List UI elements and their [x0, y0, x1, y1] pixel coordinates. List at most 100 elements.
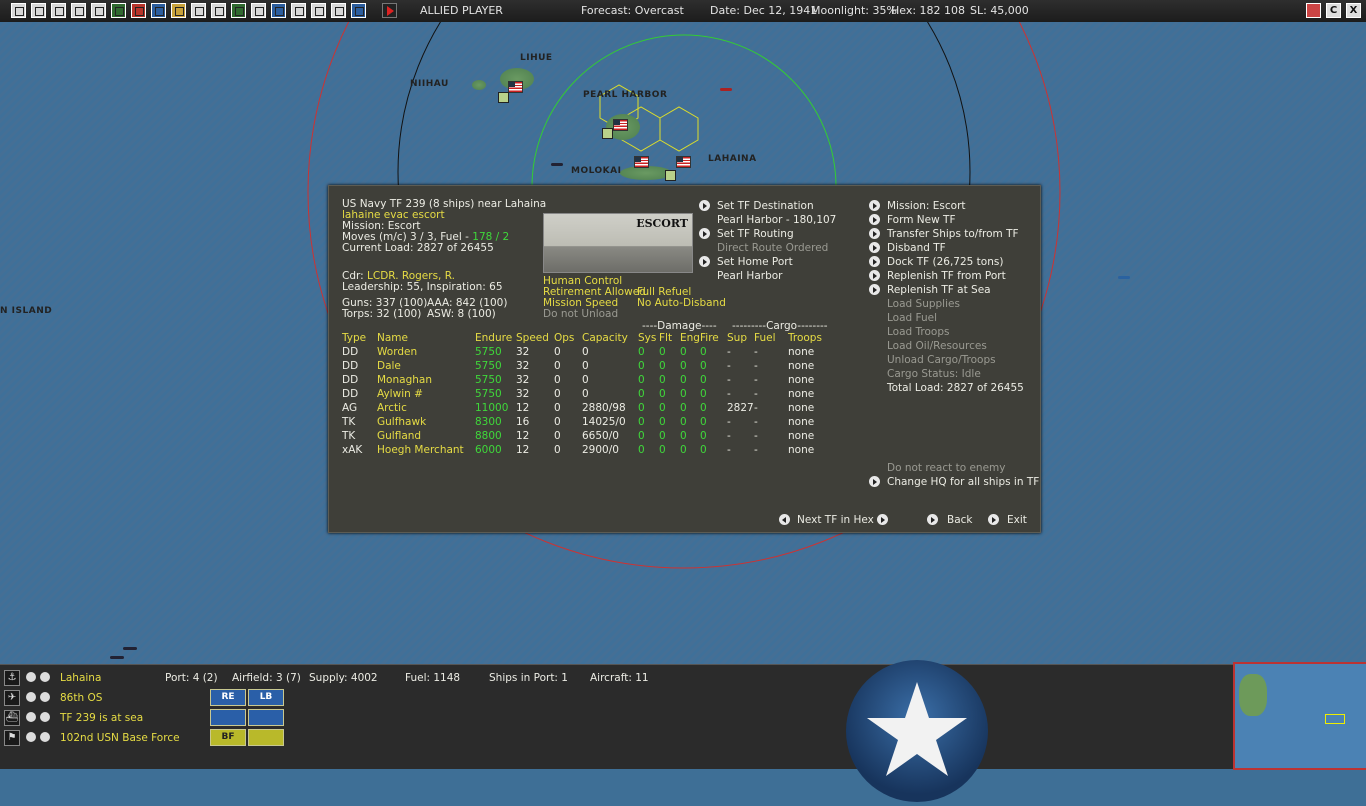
ship-row[interactable]: TK Gulfhawk 8300 16 0 14025/0 0 0 0 0 - - none	[342, 415, 828, 429]
set-routing-button[interactable]: Set TF Routing	[717, 228, 794, 240]
unload-toggle[interactable]: Do not Unload	[543, 308, 618, 320]
recon-button[interactable]: RE	[210, 689, 246, 706]
ship-name[interactable]: Gulfhawk	[377, 415, 475, 429]
ship-row[interactable]: DD Aylwin #5750 32 0 0 0 0 0 0 - - none	[342, 387, 828, 401]
unit-icon[interactable]	[665, 170, 676, 181]
base-name[interactable]: Lahaina	[60, 672, 101, 684]
tf-status[interactable]: TF 239 is at sea	[60, 712, 143, 724]
plane-icon[interactable]: ✈	[4, 690, 20, 706]
toolbar-button-4[interactable]	[71, 3, 86, 18]
toolbar-button-3[interactable]	[51, 3, 66, 18]
load-supplies-button[interactable]: Load Supplies	[887, 298, 960, 310]
no-react-toggle[interactable]: Do not react to enemy	[887, 462, 1005, 474]
c-button[interactable]: C	[1326, 3, 1341, 18]
prev-icon[interactable]	[26, 672, 36, 682]
column-header-sys[interactable]: Sys	[638, 331, 659, 345]
mail-icon[interactable]	[248, 729, 284, 746]
air-unit-button[interactable]	[131, 3, 146, 18]
prev-icon[interactable]	[26, 692, 36, 702]
load-fuel-button[interactable]: Load Fuel	[887, 312, 937, 324]
column-header-type[interactable]: Type	[342, 331, 377, 345]
info-button[interactable]	[91, 3, 106, 18]
land-bomber-button[interactable]: LB	[248, 689, 284, 706]
toolbar-button-2[interactable]	[31, 3, 46, 18]
ship-icon[interactable]	[123, 647, 137, 650]
ship-icon[interactable]	[551, 163, 563, 166]
arrow-right-icon[interactable]	[869, 284, 880, 295]
air-unit-name[interactable]: 86th OS	[60, 692, 102, 704]
next-icon[interactable]	[40, 692, 50, 702]
prev-icon[interactable]	[26, 732, 36, 742]
flag-icon[interactable]: ⚑	[4, 730, 20, 746]
change-hq-button[interactable]: Change HQ for all ships in TF	[887, 476, 1039, 488]
column-header-troops[interactable]: Troops	[788, 331, 828, 345]
arrow-left-icon[interactable]	[779, 514, 790, 525]
us-flag-icon[interactable]	[613, 119, 628, 131]
ship-name[interactable]: Worden	[377, 345, 475, 359]
base-force-name[interactable]: 102nd USN Base Force	[60, 732, 180, 744]
load-troops-button[interactable]: Load Troops	[887, 326, 949, 338]
form-new-tf-button[interactable]: Form New TF	[887, 214, 955, 226]
ship-name[interactable]: Gulfland	[377, 429, 475, 443]
unit-icon[interactable]	[602, 128, 613, 139]
base-button[interactable]	[211, 3, 226, 18]
next-tf-button[interactable]: Next TF in Hex	[797, 514, 874, 526]
set-destination-button[interactable]: Set TF Destination	[717, 200, 814, 212]
arrow-right-icon[interactable]	[869, 242, 880, 253]
arrow-right-icon[interactable]	[927, 514, 938, 525]
minimap[interactable]	[1233, 662, 1366, 770]
arrow-right-icon[interactable]	[869, 200, 880, 211]
ship-row[interactable]: xAK Hoegh Merchant 6000 12 0 2900/0 0 0 0 0 - - none	[342, 443, 828, 457]
map-button[interactable]	[231, 3, 246, 18]
column-header-sup[interactable]: Sup	[727, 331, 754, 345]
ship-row[interactable]: DD Dale 5750 32 0 0 0 0 0 0 - - none	[342, 359, 828, 373]
unload-cargo-button[interactable]: Unload Cargo/Troops	[887, 354, 996, 366]
next-icon[interactable]	[40, 732, 50, 742]
ob-button[interactable]	[311, 3, 326, 18]
transfer-ships-button[interactable]: Transfer Ships to/from TF	[887, 228, 1019, 240]
ship-button[interactable]	[191, 3, 206, 18]
globe-button[interactable]	[271, 3, 286, 18]
arrow-right-icon[interactable]	[869, 214, 880, 225]
unit-icon[interactable]	[498, 92, 509, 103]
ship-row[interactable]: DD Monaghan 5750 32 0 0 0 0 0 0 - - none	[342, 373, 828, 387]
dock-tf-button[interactable]: Dock TF (26,725 tons)	[887, 256, 1003, 268]
replenish-port-button[interactable]: Replenish TF from Port	[887, 270, 1006, 282]
set-home-port-button[interactable]: Set Home Port	[717, 256, 793, 268]
arrow-right-icon[interactable]	[869, 476, 880, 487]
disband-tf-button[interactable]: Disband TF	[887, 242, 946, 254]
column-header-ops[interactable]: Ops	[554, 331, 582, 345]
ship-name[interactable]: Dale	[377, 359, 475, 373]
ship-name[interactable]: Arctic	[377, 401, 475, 415]
fleet-button[interactable]	[251, 3, 266, 18]
ship-name[interactable]: Monaghan	[377, 373, 475, 387]
column-header-name[interactable]: Name	[377, 331, 475, 345]
ship-row[interactable]: TK Gulfland 8800 12 0 6650/0 0 0 0 0 - - none	[342, 429, 828, 443]
anchor-icon[interactable]: ⚓	[4, 670, 20, 686]
mission-button[interactable]: Mission: Escort	[887, 200, 966, 212]
ship-icon[interactable]	[720, 88, 732, 91]
next-icon[interactable]	[40, 712, 50, 722]
arrow-right-icon[interactable]	[877, 514, 888, 525]
ship-icon[interactable]: ⛴	[4, 710, 20, 726]
arrow-right-icon[interactable]	[699, 256, 710, 267]
play-icon[interactable]	[382, 3, 397, 18]
arrow-right-icon[interactable]	[699, 200, 710, 211]
column-header-endure[interactable]: Endure	[475, 331, 516, 345]
chat-button[interactable]	[351, 3, 366, 18]
ship-name[interactable]: Aylwin #	[377, 387, 475, 401]
exit-button[interactable]: Exit	[1007, 514, 1027, 526]
arrow-right-icon[interactable]	[869, 270, 880, 281]
ship-icon[interactable]	[110, 656, 124, 659]
ship-icon[interactable]	[1118, 276, 1130, 279]
us-flag-icon[interactable]	[634, 156, 649, 168]
minimap-viewport[interactable]	[1325, 714, 1345, 724]
ship-view-button[interactable]	[210, 709, 246, 726]
close-button[interactable]: X	[1346, 3, 1361, 18]
ship-view-button-2[interactable]	[248, 709, 284, 726]
next-icon[interactable]	[40, 672, 50, 682]
plane-button[interactable]	[151, 3, 166, 18]
flag-button[interactable]	[171, 3, 186, 18]
back-button[interactable]: Back	[947, 514, 973, 526]
ship-row[interactable]: DD Worden 5750 32 0 0 0 0 0 0 - - none	[342, 345, 828, 359]
